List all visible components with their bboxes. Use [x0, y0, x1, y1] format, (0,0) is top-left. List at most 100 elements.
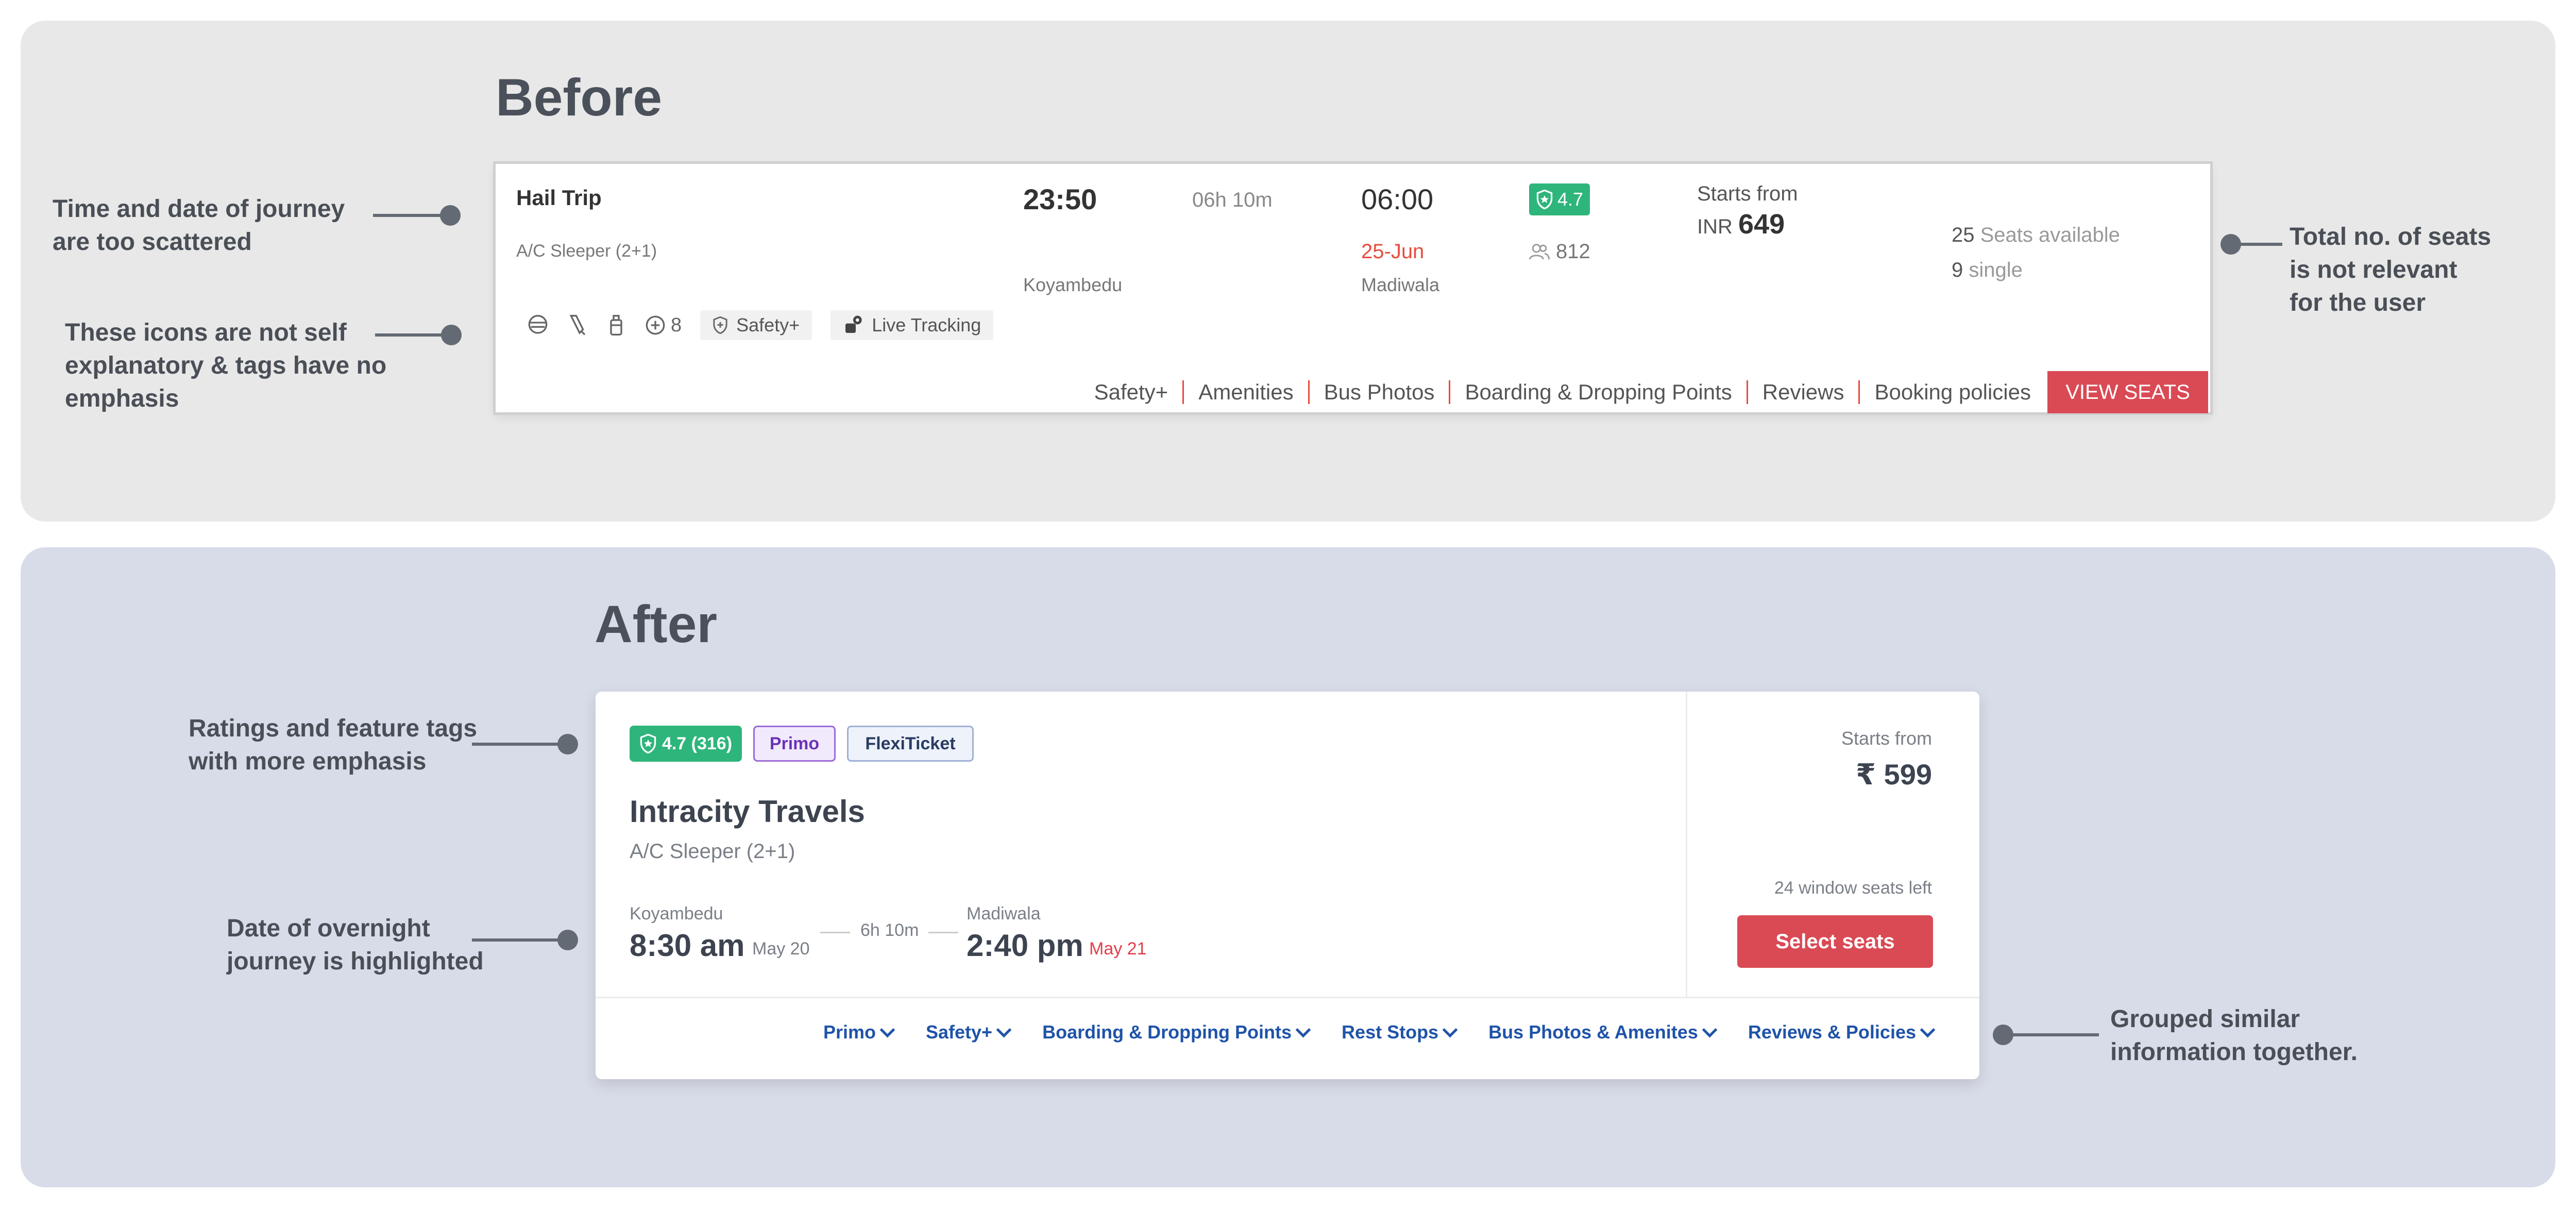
callout-line — [2003, 1033, 2099, 1036]
seats-label: Seats available — [1980, 224, 2120, 246]
review-count: 812 — [1529, 240, 1590, 263]
starts-from-label: Starts from — [1697, 182, 1798, 205]
safety-tag-label: Safety+ — [736, 314, 800, 335]
flexiticket-tag[interactable]: FlexiTicket — [847, 726, 974, 762]
boarding-point: Koyambedu — [1023, 274, 1123, 295]
price: INR 649 — [1697, 208, 1785, 240]
callout-dot — [557, 930, 578, 950]
single-label: single — [1969, 259, 2023, 281]
operator-name: Intracity Travels — [630, 794, 865, 829]
link-amenities[interactable]: Amenities — [1184, 380, 1310, 404]
callout-line — [2231, 243, 2282, 246]
note-date-highlighted: Date of overnight journey is highlighted — [227, 915, 484, 975]
link-boarding-dropping-label: Boarding & Dropping Points — [1042, 1021, 1292, 1043]
departure-date: May 20 — [752, 939, 810, 959]
journey-duration: 06h 10m — [1192, 189, 1273, 211]
shield-icon — [1536, 190, 1553, 209]
link-rest-stops[interactable]: Rest Stops — [1342, 1021, 1458, 1043]
currency: INR — [1697, 215, 1733, 238]
link-safety[interactable]: Safety+ — [1080, 380, 1184, 404]
single-seats: 9 single — [1952, 259, 2023, 282]
arrival-date: 25-Jun — [1361, 240, 1425, 263]
journey-duration: 6h 10m — [860, 920, 919, 940]
before-link-bar: Safety+ Amenities Bus Photos Boarding & … — [1080, 371, 2208, 413]
departure-time: 23:50 — [1023, 183, 1097, 215]
select-seats-button[interactable]: Select seats — [1737, 915, 1933, 968]
after-link-bar: Primo Safety+ Boarding & Dropping Points… — [823, 1021, 1936, 1043]
departure-time: 8:30 am — [630, 928, 745, 963]
view-seats-button[interactable]: VIEW SEATS — [2047, 371, 2208, 413]
chevron-down-icon — [1295, 1022, 1311, 1037]
primo-tag[interactable]: Primo — [753, 726, 836, 762]
note-seats-irrelevant: Total no. of seats is not relevant for t… — [2290, 223, 2492, 316]
callout-line — [472, 743, 568, 746]
after-bus-card: 4.7 (316) Primo FlexiTicket Intracity Tr… — [596, 692, 1979, 1079]
link-safety-label: Safety+ — [926, 1021, 993, 1043]
callout-dot — [557, 734, 578, 754]
link-booking-policies[interactable]: Booking policies — [1860, 380, 2045, 404]
more-amenities[interactable]: 8 — [645, 314, 682, 337]
link-reviews[interactable]: Reviews — [1748, 380, 1860, 404]
single-count: 9 — [1952, 259, 1963, 281]
chevron-down-icon — [1442, 1022, 1458, 1037]
review-count-value: 812 — [1556, 240, 1590, 263]
link-reviews-policies[interactable]: Reviews & Policies — [1748, 1021, 1936, 1043]
live-tracking-label: Live Tracking — [872, 314, 981, 335]
note-ratings-emphasis: Ratings and feature tags with more empha… — [189, 715, 478, 775]
note-grouped-info: Grouped similar information together. — [2110, 1005, 2358, 1066]
link-boarding-dropping[interactable]: Boarding & Dropping Points — [1042, 1021, 1311, 1043]
rating-value: 4.7 (316) — [662, 733, 733, 753]
callout-dot — [441, 325, 462, 345]
dropping-point: Madiwala — [1361, 274, 1440, 295]
seats-available: 25 Seats available — [1952, 224, 2120, 247]
shield-icon — [713, 316, 727, 334]
link-bus-photos-amenities-label: Bus Photos & Amenites — [1488, 1021, 1698, 1043]
before-title: Before — [496, 68, 663, 127]
price-value: 649 — [1738, 209, 1785, 240]
link-safety[interactable]: Safety+ — [926, 1021, 1012, 1043]
operator-name: Hail Trip — [516, 186, 602, 210]
starts-from-label: Starts from — [1841, 728, 1932, 749]
bus-type: A/C Sleeper (2+1) — [630, 840, 795, 863]
after-title: After — [595, 595, 718, 653]
link-primo-label: Primo — [823, 1021, 876, 1043]
dropping-point: Madiwala — [967, 904, 1041, 924]
chevron-down-icon — [1702, 1022, 1718, 1037]
users-icon — [1529, 243, 1550, 260]
vertical-divider — [1686, 692, 1687, 997]
shield-icon — [640, 734, 656, 753]
duration-line — [820, 932, 850, 933]
water-bottle-icon[interactable] — [606, 314, 626, 337]
amenity-icons: 8 Safety+ Live Tracking — [528, 310, 994, 340]
live-tracking-tag[interactable]: Live Tracking — [831, 310, 994, 340]
boarding-point: Koyambedu — [630, 904, 723, 924]
link-bus-photos[interactable]: Bus Photos — [1310, 380, 1451, 404]
callout-line — [373, 214, 450, 217]
callout-line — [375, 333, 451, 337]
arrival-time: 2:40 pm — [967, 928, 1083, 963]
link-boarding-dropping[interactable]: Boarding & Dropping Points — [1450, 380, 1748, 404]
seats-count: 25 — [1952, 224, 1975, 246]
bus-type: A/C Sleeper (2+1) — [516, 241, 657, 261]
note-icons-not-clear: These icons are not self explanatory & t… — [65, 319, 387, 412]
rating-badge[interactable]: 4.7 (316) — [630, 726, 742, 762]
more-amenities-count: 8 — [671, 314, 682, 336]
window-seats-left: 24 window seats left — [1774, 878, 1932, 898]
horizontal-divider — [596, 997, 1979, 998]
chevron-down-icon — [879, 1022, 895, 1037]
before-bus-card: Hail Trip A/C Sleeper (2+1) 23:50 06h 10… — [496, 164, 2210, 413]
link-reviews-policies-label: Reviews & Policies — [1748, 1021, 1916, 1043]
safety-tag[interactable]: Safety+ — [700, 310, 812, 340]
blanket-icon[interactable] — [528, 314, 548, 337]
arrival-time: 06:00 — [1361, 183, 1434, 215]
link-rest-stops-label: Rest Stops — [1342, 1021, 1439, 1043]
chevron-down-icon — [1920, 1022, 1936, 1037]
link-primo[interactable]: Primo — [823, 1021, 895, 1043]
price: ₹ 599 — [1856, 758, 1932, 791]
duration-line — [928, 932, 958, 933]
charging-point-icon[interactable] — [567, 314, 587, 337]
link-bus-photos-amenities[interactable]: Bus Photos & Amenites — [1488, 1021, 1718, 1043]
callout-dot — [440, 205, 461, 226]
plus-circle-icon — [646, 315, 665, 335]
chevron-down-icon — [996, 1022, 1012, 1037]
